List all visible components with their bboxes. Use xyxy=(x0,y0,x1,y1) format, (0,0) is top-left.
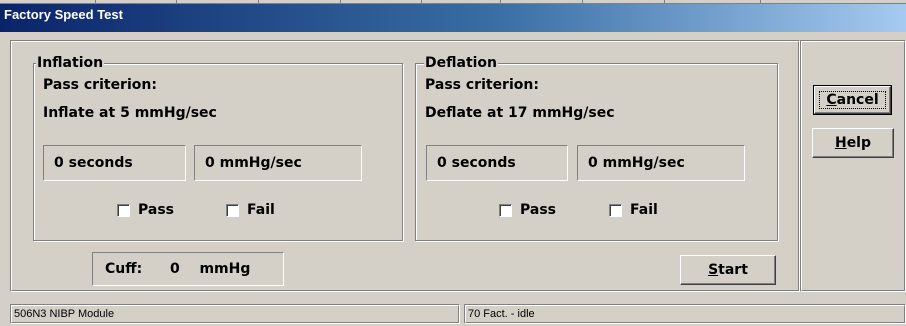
button-panel xyxy=(800,40,906,292)
cuff-pressure-display: Cuff: 0 mmHg xyxy=(92,252,284,286)
deflation-pass-label: Pass xyxy=(520,202,556,218)
deflation-fail-checkbox[interactable] xyxy=(609,204,622,217)
inflation-pass-checkbox[interactable] xyxy=(117,204,130,217)
deflation-fail-label: Fail xyxy=(630,202,658,218)
deflation-seconds-display: 0 seconds xyxy=(426,145,568,181)
cuff-unit: mmHg xyxy=(199,261,251,277)
status-left: 506N3 NIBP Module xyxy=(10,304,460,324)
inflation-fail-label: Fail xyxy=(247,202,275,218)
deflation-pass-checkbox[interactable] xyxy=(499,204,512,217)
start-mnemonic: S xyxy=(708,262,719,278)
start-button[interactable]: Start xyxy=(680,255,776,285)
deflation-criterion-label: Pass criterion: xyxy=(425,77,539,93)
inflation-rate-display: 0 mmHg/sec xyxy=(194,145,362,181)
inflation-fail-checkbox[interactable] xyxy=(226,204,239,217)
deflation-criterion-value: Deflate at 17 mmHg/sec xyxy=(425,105,615,121)
deflation-rate-display: 0 mmHg/sec xyxy=(577,145,745,181)
cuff-value: 0 xyxy=(169,261,180,277)
help-mnemonic: H xyxy=(834,135,847,151)
status-right: 70 Fact. - idle xyxy=(464,304,906,324)
title-bar[interactable] xyxy=(0,4,906,32)
window-title: Factory Speed Test xyxy=(4,7,123,22)
start-label-rest: tart xyxy=(718,262,748,278)
inflation-seconds-display: 0 seconds xyxy=(43,145,186,181)
cuff-label: Cuff: xyxy=(105,261,143,277)
help-label-rest: elp xyxy=(846,135,872,151)
cancel-label-rest: ancel xyxy=(836,92,879,108)
inflation-legend: Inflation xyxy=(36,55,105,71)
inflation-criterion-value: Inflate at 5 mmHg/sec xyxy=(43,105,217,121)
cancel-button[interactable]: Cancel xyxy=(813,85,892,115)
deflation-legend: Deflation xyxy=(424,55,499,71)
help-button[interactable]: Help xyxy=(812,128,894,158)
inflation-pass-label: Pass xyxy=(138,202,174,218)
cancel-mnemonic: C xyxy=(826,92,837,108)
inflation-criterion-label: Pass criterion: xyxy=(43,77,157,93)
